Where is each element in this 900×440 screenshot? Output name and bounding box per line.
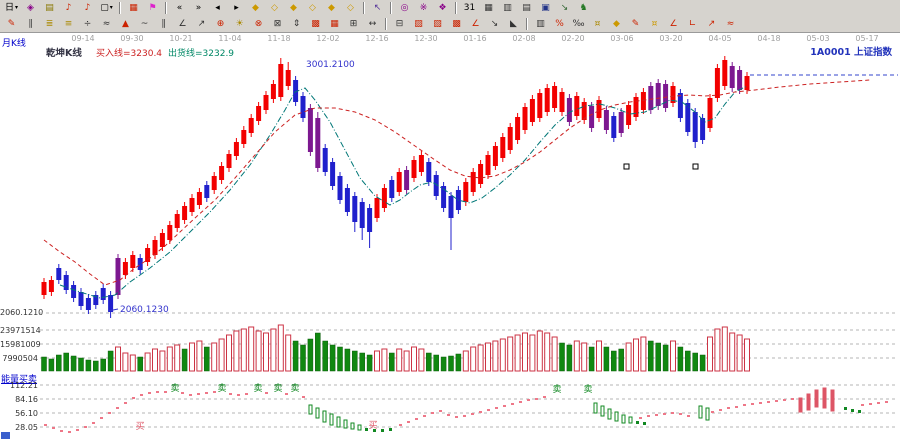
chart-surface[interactable] — [0, 33, 900, 440]
trading-app-window: { "window": {"background": "#d6d3ce"}, "… — [0, 0, 900, 440]
